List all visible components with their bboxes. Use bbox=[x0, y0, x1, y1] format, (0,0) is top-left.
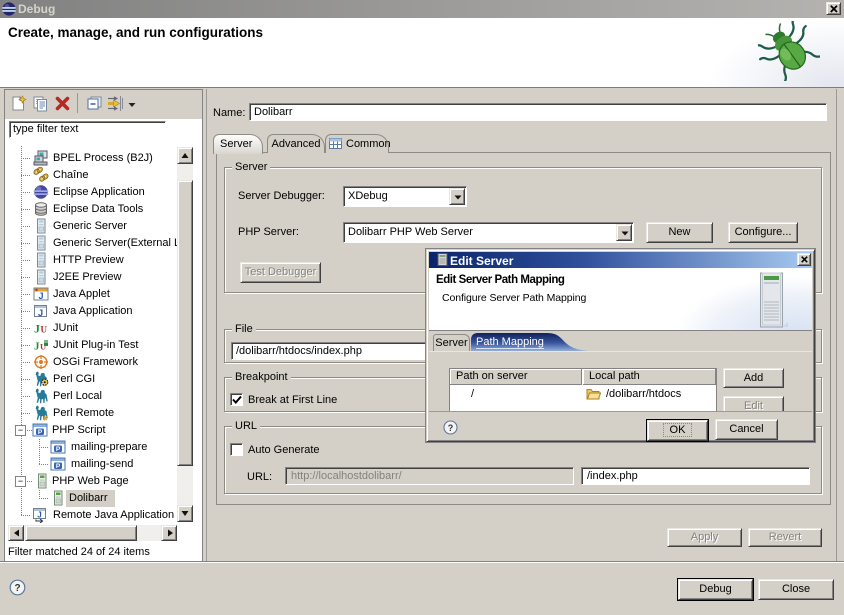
svg-text:J: J bbox=[37, 511, 41, 520]
svg-text:P: P bbox=[56, 463, 61, 470]
svg-text:P: P bbox=[56, 446, 61, 453]
svg-text:?: ? bbox=[14, 583, 20, 594]
svg-text:J: J bbox=[38, 308, 43, 319]
svg-text:?: ? bbox=[448, 423, 454, 433]
svg-text:U: U bbox=[41, 325, 48, 335]
svg-text:J: J bbox=[38, 291, 43, 301]
svg-text:P: P bbox=[38, 429, 43, 436]
svg-text:J: J bbox=[34, 322, 40, 336]
